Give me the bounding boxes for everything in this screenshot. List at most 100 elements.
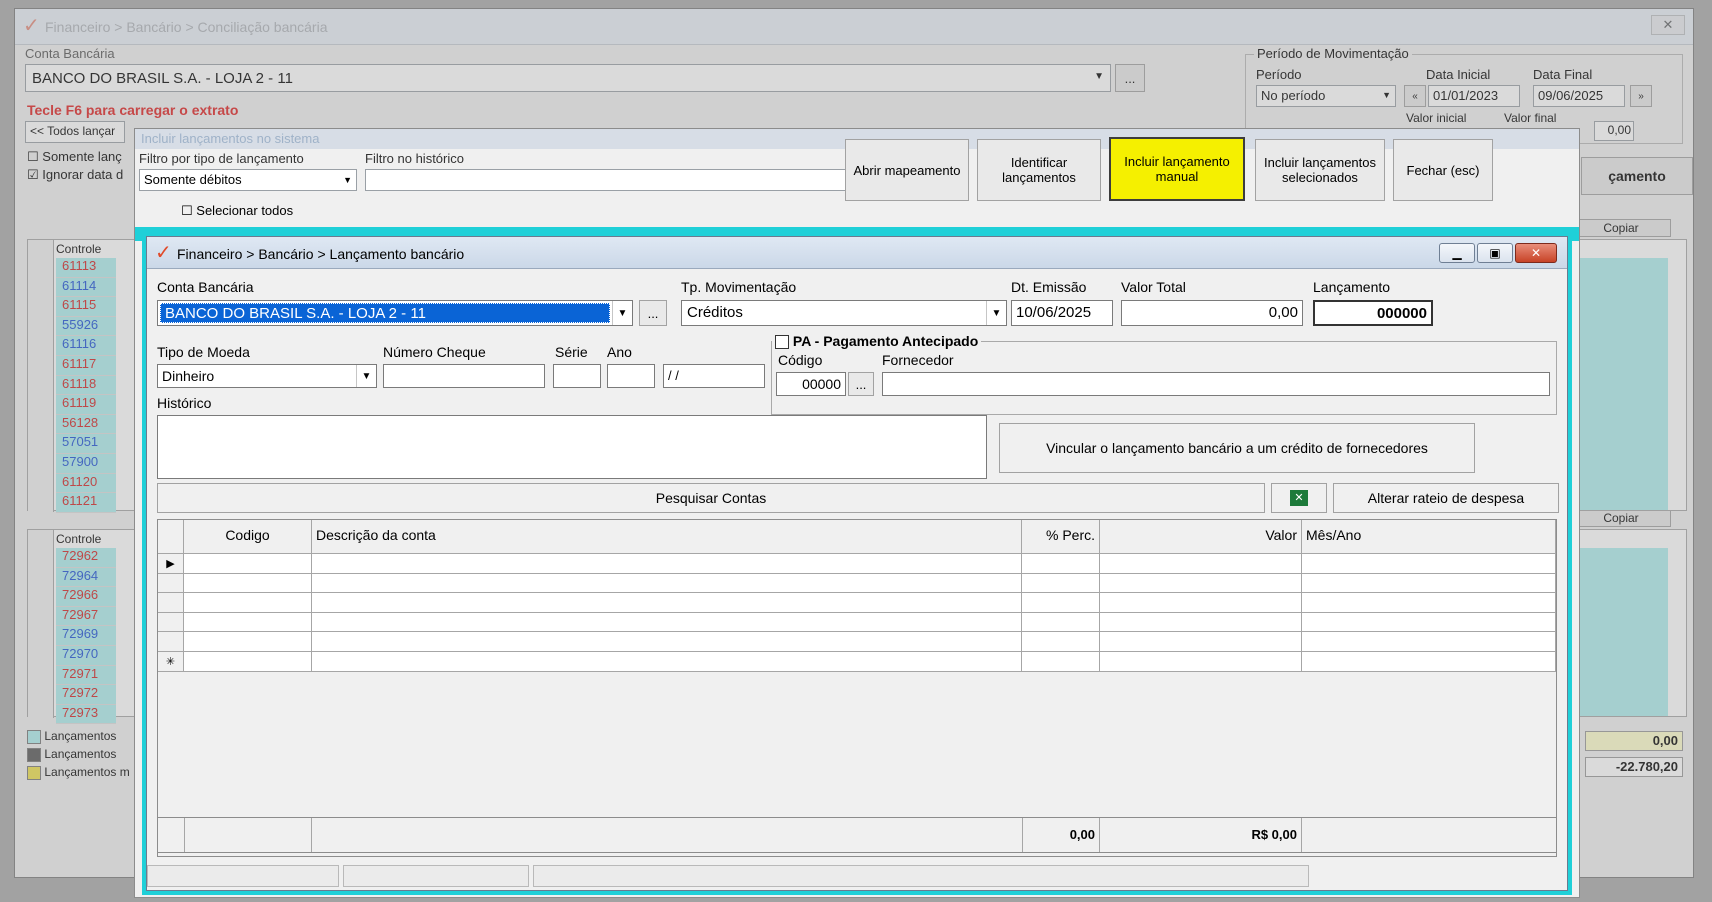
tp-movimentacao-label: Tp. Movimentação: [681, 279, 797, 295]
grid-corner: [158, 520, 184, 554]
grid-cell[interactable]: [1022, 554, 1100, 574]
serie-label: Série: [555, 344, 588, 360]
grid-row-indicator[interactable]: ✳: [158, 652, 184, 672]
close-button[interactable]: ✕: [1515, 243, 1557, 263]
dt-emissao-label: Dt. Emissão: [1011, 279, 1087, 295]
excel-export-button[interactable]: ✕: [1271, 483, 1327, 513]
tp-movimentacao-combo[interactable]: Créditos ▼: [681, 300, 1007, 326]
conta-bancaria-label: Conta Bancária: [157, 279, 254, 295]
grid-cell[interactable]: [312, 573, 1022, 594]
grid-row-indicator[interactable]: [158, 632, 184, 652]
grid-footer: 0,00 R$ 0,00: [157, 817, 1557, 853]
grid-cell[interactable]: [1022, 593, 1100, 613]
grid-header-valor[interactable]: Valor: [1100, 520, 1302, 554]
pesquisar-contas-button[interactable]: Pesquisar Contas: [157, 483, 1265, 513]
grid-cell[interactable]: [184, 573, 312, 594]
abrir-mapeamento-button[interactable]: Abrir mapeamento: [845, 139, 969, 201]
grid-row-indicator[interactable]: [158, 573, 184, 594]
grid-cell[interactable]: [1100, 554, 1302, 574]
maximize-button[interactable]: ▣: [1477, 243, 1513, 263]
pa-group: PA - Pagamento Antecipado Código 00000 .…: [771, 333, 1557, 415]
dt-vencimento-field[interactable]: / /: [663, 364, 765, 388]
grid-cell[interactable]: [1022, 632, 1100, 652]
conta-bancaria-combo[interactable]: BANCO DO BRASIL S.A. - LOJA 2 - 11 ▼: [157, 300, 633, 326]
grid-cell[interactable]: [1100, 632, 1302, 652]
grid-cell[interactable]: [312, 554, 1022, 574]
grid-cell[interactable]: [1022, 573, 1100, 594]
conta-bancaria-value: BANCO DO BRASIL S.A. - LOJA 2 - 11: [160, 303, 610, 323]
grid-cell[interactable]: [312, 612, 1022, 633]
minimize-icon: ▁: [1452, 246, 1462, 260]
close-icon: ✕: [1530, 246, 1542, 260]
selecionar-todos-checkbox[interactable]: ☐ Selecionar todos: [181, 203, 293, 219]
selecionar-todos-label: Selecionar todos: [196, 203, 294, 218]
tp-movimentacao-value: Créditos: [687, 304, 743, 321]
fornecedor-label: Fornecedor: [882, 352, 954, 368]
grid-row-indicator[interactable]: [158, 593, 184, 613]
chevron-down-icon: ▼: [343, 175, 352, 185]
grid-cell[interactable]: [1302, 593, 1556, 613]
dt-emissao-field[interactable]: 10/06/2025: [1011, 300, 1113, 326]
grid-row-indicator[interactable]: [158, 612, 184, 633]
identificar-lancamentos-button[interactable]: Identificar lançamentos: [977, 139, 1101, 201]
pa-checkbox-box: [775, 335, 789, 350]
dialog-title: Financeiro > Bancário > Lançamento bancá…: [177, 246, 465, 262]
grid-cell[interactable]: [184, 632, 312, 652]
codigo-field[interactable]: 00000: [776, 372, 846, 396]
conta-ellipsis-button[interactable]: ...: [639, 300, 667, 326]
grid-header-codigo[interactable]: Codigo: [184, 520, 312, 554]
grid-cell[interactable]: [184, 593, 312, 613]
historico-textarea[interactable]: [157, 415, 987, 479]
grid-cell[interactable]: [312, 593, 1022, 613]
fechar-button[interactable]: Fechar (esc): [1393, 139, 1493, 201]
grid-cell[interactable]: [1100, 593, 1302, 613]
grid-cell[interactable]: [312, 632, 1022, 652]
minimize-button[interactable]: ▁: [1439, 243, 1475, 263]
grid-cell[interactable]: [184, 554, 312, 574]
grid-header-mes-ano[interactable]: Mês/Ano: [1302, 520, 1556, 554]
filtro-historico-label: Filtro no histórico: [365, 151, 464, 166]
grid-cell[interactable]: [1022, 612, 1100, 633]
grid-cell[interactable]: [184, 652, 312, 672]
status-segment-1: [147, 865, 339, 887]
filtro-historico-input[interactable]: [365, 169, 849, 191]
footer-total-perc: 0,00: [1022, 818, 1100, 852]
pa-label: PA - Pagamento Antecipado: [792, 333, 979, 349]
grid-cell[interactable]: [1100, 652, 1302, 672]
grid-cell[interactable]: [1022, 652, 1100, 672]
lancamento-bancario-dialog: ✓ Financeiro > Bancário > Lançamento ban…: [146, 236, 1568, 891]
numero-cheque-field[interactable]: [383, 364, 545, 388]
grid-cell[interactable]: [1302, 632, 1556, 652]
pa-checkbox[interactable]: PA - Pagamento Antecipado: [772, 333, 982, 350]
grid-header-descricao[interactable]: Descrição da conta: [312, 520, 1022, 554]
tipo-moeda-combo[interactable]: Dinheiro ▼: [157, 364, 377, 388]
grid-header-perc[interactable]: % Perc.: [1022, 520, 1100, 554]
footer-total-valor: R$ 0,00: [1100, 818, 1302, 852]
filtro-tipo-combo[interactable]: Somente débitos ▼: [139, 169, 357, 191]
status-segment-3: [533, 865, 1309, 887]
grid-cell[interactable]: [1302, 554, 1556, 574]
grid-cell[interactable]: [1302, 612, 1556, 633]
incluir-lancamento-manual-button[interactable]: Incluir lançamento manual: [1109, 137, 1245, 201]
vincular-credito-button[interactable]: Vincular o lançamento bancário a um créd…: [999, 423, 1475, 473]
grid-cell[interactable]: [1302, 573, 1556, 594]
grid-cell[interactable]: [1100, 612, 1302, 633]
grid-cell[interactable]: [1302, 652, 1556, 672]
app-logo-icon: ✓: [155, 242, 172, 264]
valor-total-field[interactable]: 0,00: [1121, 300, 1303, 326]
fornecedor-field[interactable]: [882, 372, 1550, 396]
serie-field[interactable]: [553, 364, 601, 388]
ano-field[interactable]: [607, 364, 655, 388]
tipo-moeda-label: Tipo de Moeda: [157, 344, 250, 360]
grid-cell[interactable]: [184, 612, 312, 633]
dialog-title-bar: ✓ Financeiro > Bancário > Lançamento ban…: [147, 237, 1567, 269]
alterar-rateio-button[interactable]: Alterar rateio de despesa: [1333, 483, 1559, 513]
codigo-ellipsis-button[interactable]: ...: [848, 372, 874, 396]
grid-cell[interactable]: [1100, 573, 1302, 594]
tipo-moeda-value: Dinheiro: [162, 368, 215, 384]
filtro-tipo-label: Filtro por tipo de lançamento: [139, 151, 304, 166]
incluir-selecionados-button[interactable]: Incluir lançamentos selecionados: [1255, 139, 1385, 201]
grid-cell[interactable]: [312, 652, 1022, 672]
grid-row-indicator[interactable]: ▶: [158, 554, 184, 574]
status-segment-2: [343, 865, 529, 887]
